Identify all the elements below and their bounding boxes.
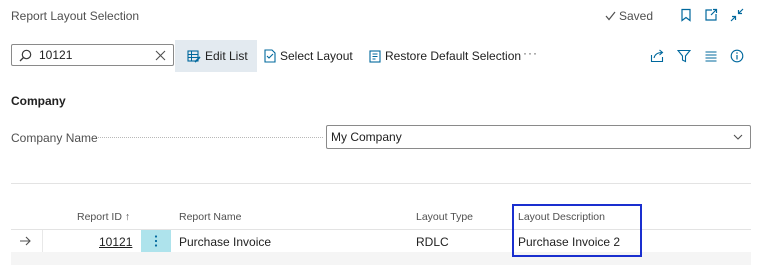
- row-arrow-icon: [19, 236, 31, 246]
- field-leader-dots: [98, 137, 323, 138]
- report-name-cell[interactable]: Purchase Invoice: [179, 235, 271, 249]
- edit-list-icon: [187, 49, 201, 63]
- column-header-layout-type[interactable]: Layout Type: [416, 211, 473, 223]
- search-icon: [19, 49, 32, 62]
- row-menu-button[interactable]: [141, 230, 171, 252]
- section-divider: [11, 183, 751, 184]
- company-name-value: My Company: [331, 130, 402, 144]
- report-id-link[interactable]: 10121: [99, 235, 132, 249]
- edit-list-label: Edit List: [205, 49, 248, 63]
- share-icon[interactable]: [650, 49, 664, 63]
- filter-icon[interactable]: [677, 49, 691, 63]
- select-layout-button[interactable]: Select Layout: [264, 40, 353, 72]
- search-box[interactable]: [11, 44, 174, 66]
- section-title: Company: [11, 94, 66, 108]
- row-separator: [42, 230, 43, 252]
- restore-default-selection-button[interactable]: Restore Default Selection: [369, 40, 521, 72]
- vertical-ellipsis-icon: [154, 234, 158, 248]
- select-layout-label: Select Layout: [280, 49, 353, 63]
- open-new-window-icon[interactable]: [704, 8, 718, 22]
- company-name-select[interactable]: My Company: [326, 125, 751, 149]
- saved-label: Saved: [619, 9, 654, 23]
- restore-default-label: Restore Default Selection: [385, 49, 522, 63]
- bookmark-icon[interactable]: [679, 8, 693, 22]
- search-input[interactable]: [39, 47, 151, 63]
- layout-description-highlight-box: [512, 204, 642, 257]
- select-layout-icon: [264, 49, 276, 63]
- more-actions-button[interactable]: ···: [523, 46, 538, 60]
- page-title: Report Layout Selection: [11, 9, 140, 23]
- check-icon: [605, 11, 616, 21]
- column-header-report-id[interactable]: Report ID ↑: [77, 211, 130, 223]
- info-icon[interactable]: [730, 49, 744, 63]
- list-view-icon[interactable]: [704, 49, 718, 63]
- column-header-report-name[interactable]: Report Name: [179, 211, 241, 223]
- company-name-label: Company Name: [11, 131, 98, 145]
- edit-list-button[interactable]: Edit List: [175, 40, 257, 72]
- saved-status: Saved: [605, 9, 653, 23]
- restore-default-icon: [369, 49, 381, 63]
- clear-search-icon[interactable]: [155, 50, 166, 61]
- chevron-down-icon: [733, 133, 743, 141]
- collapse-icon[interactable]: [730, 8, 744, 22]
- layout-type-cell[interactable]: RDLC: [416, 235, 449, 249]
